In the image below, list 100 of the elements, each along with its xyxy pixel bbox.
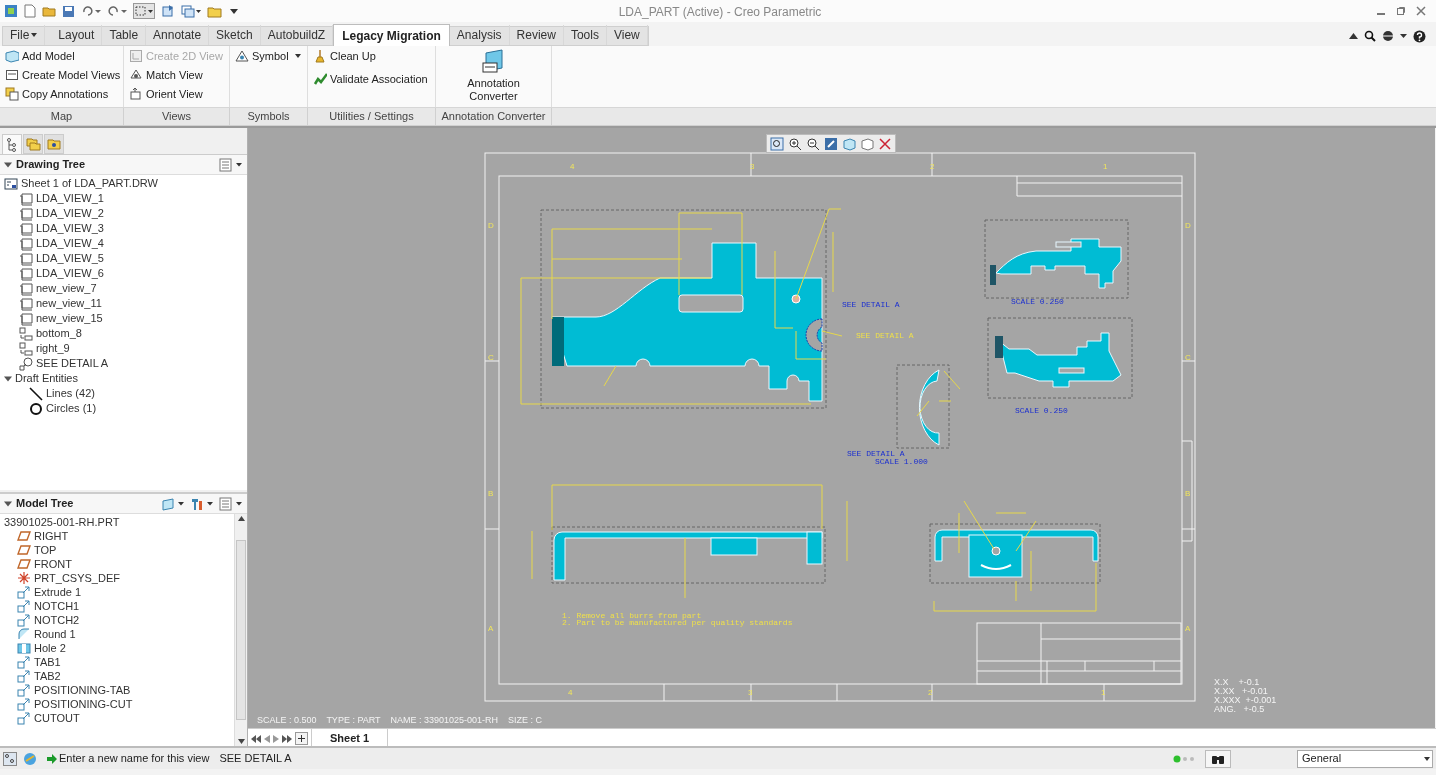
previous-sheet-icon[interactable] [264,734,270,743]
sheet-tab[interactable]: Sheet 1 [311,728,389,749]
tree-item[interactable]: LDA_VIEW_3 [0,221,247,236]
zoom-out-icon[interactable] [806,136,820,151]
ribbon-command[interactable]: Match View [129,67,203,83]
ribbon-tab[interactable]: Legacy Migration [333,24,450,46]
collapse-arrow-icon[interactable] [4,160,12,169]
display-options-icon[interactable] [161,496,185,511]
annotation-display-icon[interactable] [878,136,892,151]
selection-filter-dropdown[interactable]: General [1297,749,1433,768]
tree-item[interactable]: LDA_VIEW_6 [0,266,247,281]
tree-item[interactable]: Circles (1) [0,401,247,416]
ribbon-command[interactable]: Create Model Views [5,67,121,83]
dropdown-icon[interactable] [229,6,239,16]
app-icon[interactable] [4,4,18,18]
ribbon-command[interactable]: Add Model [5,48,75,64]
arrow-icon [47,753,57,764]
ribbon-tab[interactable]: Layout [51,25,103,45]
tree-item[interactable]: LDA_VIEW_4 [0,236,247,251]
search-icon[interactable] [1364,30,1376,42]
ribbon-tab[interactable]: Table [102,25,147,45]
find-button[interactable] [1205,749,1231,768]
tree-item[interactable]: NOTCH2 [0,613,234,627]
tree-item[interactable]: bottom_8 [0,326,247,341]
tree-tab[interactable] [2,134,22,154]
scroll-thumb[interactable] [236,540,246,720]
annotation-converter-button[interactable]: Annotation Converter [451,49,536,103]
ribbon-command[interactable]: Copy Annotations [5,86,109,102]
tree-item[interactable]: TAB2 [0,669,234,683]
scroll-up-icon[interactable] [237,516,245,521]
next-sheet-icon[interactable] [273,734,279,743]
list-options-icon[interactable] [219,496,243,511]
redo-icon[interactable] [107,5,127,17]
dropdown-icon[interactable] [1400,33,1407,39]
navigator-toggle-icon[interactable] [3,751,17,766]
tree-item[interactable]: LDA_VIEW_2 [0,206,247,221]
tree-item[interactable]: RIGHT [0,529,234,543]
tree-item[interactable]: new_view_11 [0,296,247,311]
tree-item[interactable]: LDA_VIEW_1 [0,191,247,206]
save-icon[interactable] [62,4,75,18]
tree-item[interactable]: POSITIONING-CUT [0,697,234,711]
tree-item[interactable]: LDA_VIEW_5 [0,251,247,266]
undo-icon[interactable] [81,5,101,17]
file-menu[interactable]: File [3,25,46,45]
ribbon-tab[interactable]: Sketch [209,25,261,45]
tree-item[interactable]: Lines (42) [0,386,247,401]
saved-views-icon[interactable] [860,136,874,151]
windows-icon[interactable] [181,4,201,18]
zoom-in-icon[interactable] [788,136,802,151]
repaint-icon[interactable] [824,136,838,151]
select-box-icon[interactable] [133,3,155,19]
ribbon-command[interactable]: Validate Association [313,71,428,87]
help-icon[interactable] [1413,29,1426,43]
tree-item[interactable]: Sheet 1 of LDA_PART.DRW [0,176,247,191]
ribbon-command[interactable]: Symbol [235,48,301,64]
scroll-down-icon[interactable] [237,739,245,744]
list-options-icon[interactable] [219,157,243,172]
zoom-fit-icon[interactable] [770,136,784,151]
tree-item[interactable]: PRT_CSYS_DEF [0,571,234,585]
last-sheet-icon[interactable] [282,734,292,743]
first-sheet-icon[interactable] [251,734,261,743]
tree-item[interactable]: new_view_15 [0,311,247,326]
ribbon-tab[interactable]: Annotate [146,25,210,45]
zone-label: B [1185,489,1191,498]
scrollbar[interactable] [234,514,247,746]
tree-item[interactable]: 33901025-001-RH.PRT [0,515,234,529]
tree-item[interactable]: SEE DETAIL A [0,356,247,371]
tree-item[interactable]: new_view_7 [0,281,247,296]
tree-item[interactable]: Hole 2 [0,641,234,655]
tree-item[interactable]: right_9 [0,341,247,356]
tree-item[interactable]: Draft Entities [0,371,247,386]
tree-item[interactable]: Round 1 [0,627,234,641]
folder-icon[interactable] [207,4,223,18]
ribbon-tab[interactable]: Tools [563,25,607,45]
ribbon-command[interactable]: Orient View [129,86,203,102]
favorites-tab[interactable] [44,134,64,154]
ribbon-command[interactable]: Clean Up [313,48,376,64]
ribbon-tab[interactable]: View [606,25,648,45]
new-file-icon[interactable] [24,4,36,18]
globe-icon[interactable] [1382,30,1394,42]
tree-item[interactable]: CUTOUT [0,711,234,725]
collapse-icon[interactable] [1349,32,1358,40]
tree-item[interactable]: TAB1 [0,655,234,669]
tree-item[interactable]: TOP [0,543,234,557]
ribbon-tab[interactable]: Analysis [449,25,510,45]
tree-item[interactable]: FRONT [0,557,234,571]
tree-item[interactable]: NOTCH1 [0,599,234,613]
browser-toggle-icon[interactable] [23,751,37,766]
restore-icon[interactable] [1396,6,1406,16]
close-icon[interactable] [1416,6,1426,16]
regenerate-icon[interactable] [161,4,175,18]
drawing-note: SEE DETAIL A [856,331,914,340]
tools-icon[interactable] [190,496,214,511]
ribbon-tab[interactable]: Review [509,25,564,45]
collapse-arrow-icon[interactable] [4,499,12,508]
folder-icon[interactable] [42,5,56,17]
display-style-icon[interactable] [842,136,856,151]
tree-item[interactable]: POSITIONING-TAB [0,683,234,697]
tree-item[interactable]: Extrude 1 [0,585,234,599]
add-sheet-button[interactable] [295,732,308,745]
